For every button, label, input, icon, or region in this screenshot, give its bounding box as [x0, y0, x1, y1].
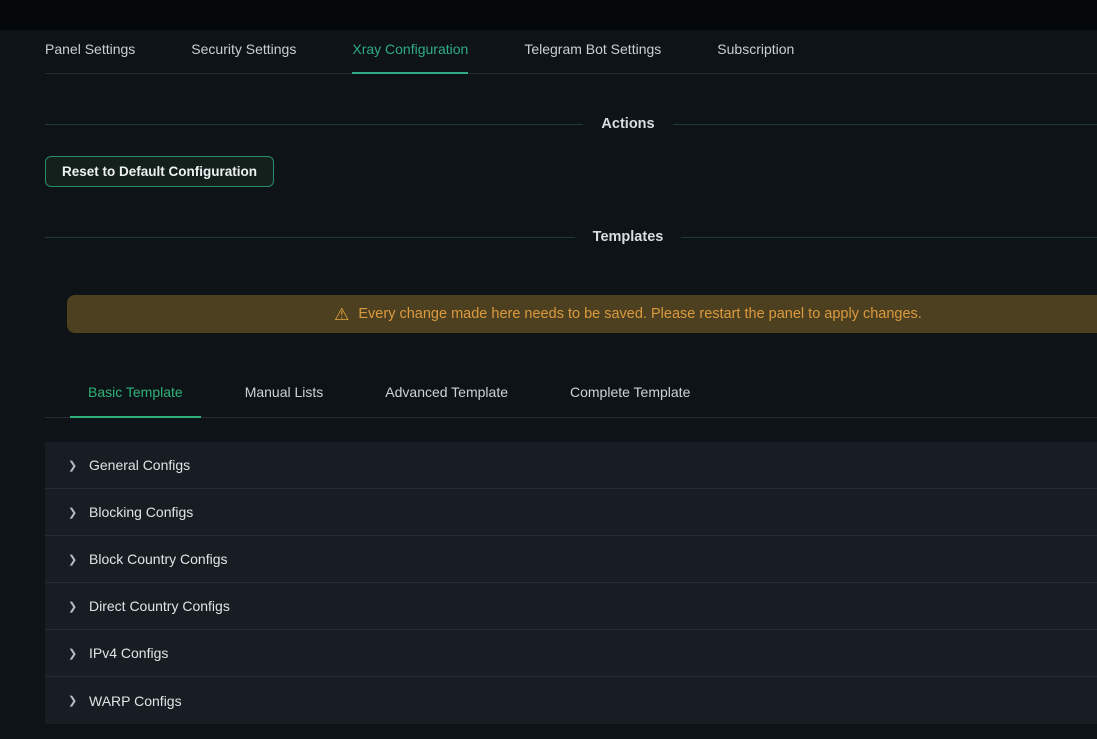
- accordion-item-label: Direct Country Configs: [89, 598, 230, 614]
- settings-page: Panel Settings Security Settings Xray Co…: [0, 30, 1097, 724]
- accordion-item-label: Block Country Configs: [89, 551, 228, 567]
- subtab-advanced-template[interactable]: Advanced Template: [367, 375, 526, 418]
- accordion-item-label: Blocking Configs: [89, 504, 193, 520]
- accordion-item-block-country-configs[interactable]: ❯ Block Country Configs: [45, 536, 1097, 583]
- accordion-item-general-configs[interactable]: ❯ General Configs: [45, 442, 1097, 489]
- subtab-complete-template[interactable]: Complete Template: [552, 375, 708, 418]
- divider-line: [681, 237, 1097, 238]
- warning-icon: ⚠: [334, 306, 349, 323]
- tab-security-settings[interactable]: Security Settings: [191, 30, 296, 74]
- chevron-right-icon: ❯: [68, 459, 89, 472]
- chevron-right-icon: ❯: [68, 647, 89, 660]
- template-tabs: Basic Template Manual Lists Advanced Tem…: [45, 375, 1097, 418]
- divider-line: [673, 124, 1097, 125]
- divider-line: [45, 237, 575, 238]
- subtab-manual-lists[interactable]: Manual Lists: [227, 375, 342, 418]
- accordion-item-label: General Configs: [89, 457, 190, 473]
- tab-telegram-bot-settings[interactable]: Telegram Bot Settings: [524, 30, 661, 74]
- chevron-right-icon: ❯: [68, 553, 89, 566]
- accordion-item-warp-configs[interactable]: ❯ WARP Configs: [45, 677, 1097, 724]
- accordion-item-label: IPv4 Configs: [89, 645, 168, 661]
- warning-text: Every change made here needs to be saved…: [358, 306, 921, 322]
- divider-line: [45, 124, 583, 125]
- tab-panel-settings[interactable]: Panel Settings: [45, 30, 135, 74]
- accordion-item-direct-country-configs[interactable]: ❯ Direct Country Configs: [45, 583, 1097, 630]
- config-accordion: ❯ General Configs ❯ Blocking Configs ❯ B…: [45, 442, 1097, 724]
- warning-banner: ⚠ Every change made here needs to be sav…: [67, 295, 1097, 333]
- tab-xray-configuration[interactable]: Xray Configuration: [352, 30, 468, 74]
- chevron-right-icon: ❯: [68, 694, 89, 707]
- chevron-right-icon: ❯: [68, 600, 89, 613]
- templates-section-title: Templates: [575, 229, 682, 245]
- actions-section-title: Actions: [583, 116, 672, 132]
- top-bar: [0, 0, 1097, 30]
- accordion-item-blocking-configs[interactable]: ❯ Blocking Configs: [45, 489, 1097, 536]
- subtab-basic-template[interactable]: Basic Template: [70, 375, 201, 418]
- settings-tabs: Panel Settings Security Settings Xray Co…: [45, 30, 1097, 74]
- tab-subscription[interactable]: Subscription: [717, 30, 794, 74]
- chevron-right-icon: ❯: [68, 506, 89, 519]
- accordion-item-ipv4-configs[interactable]: ❯ IPv4 Configs: [45, 630, 1097, 677]
- reset-default-configuration-button[interactable]: Reset to Default Configuration: [45, 156, 274, 187]
- templates-section-divider: Templates: [45, 229, 1097, 245]
- accordion-item-label: WARP Configs: [89, 693, 182, 709]
- actions-section-divider: Actions: [45, 116, 1097, 132]
